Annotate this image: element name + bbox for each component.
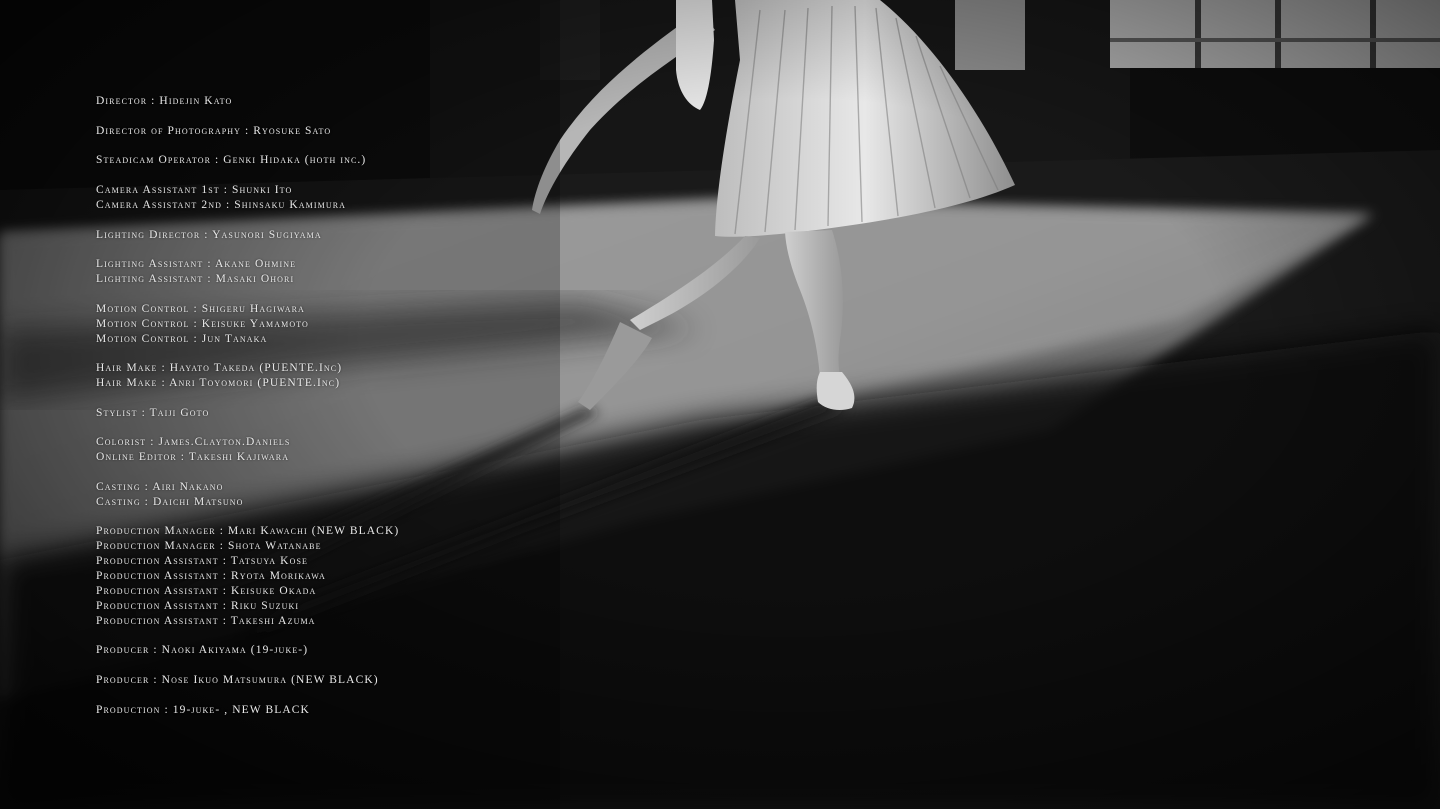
credit-group: Steadicam Operator : Genki Hidaka (hoth …: [96, 153, 656, 168]
credit-group: Colorist : James.Clayton.Daniels Online E…: [96, 435, 656, 465]
credit-group: Casting : Airi Nakano Casting : Daichi Ma…: [96, 480, 656, 510]
video-frame: Director : Hidejin Kato Director of Photo…: [0, 0, 1440, 809]
credit-group: Motion Control : Shigeru Hagiwara Motion …: [96, 302, 656, 347]
credit-group: Camera Assistant 1st : Shunki Ito Camera …: [96, 183, 656, 213]
end-credits: Director : Hidejin Kato Director of Photo…: [96, 94, 656, 732]
credit-line: Casting : Daichi Matsuno: [96, 495, 244, 508]
credit-line: Motion Control : Shigeru Hagiwara: [96, 302, 305, 315]
credit-group: Lighting Assistant : Akane Ohmine Lightin…: [96, 257, 656, 287]
credit-line: Production Manager : Shota Watanabe: [96, 540, 322, 553]
credit-line: Producer : Naoki Akiyama (19-juke-): [96, 644, 309, 657]
credit-line: Production Manager : Mari Kawachi (NEW B…: [96, 525, 400, 538]
credit-group: Stylist : Taiji Goto: [96, 406, 656, 421]
credit-group: Director : Hidejin Kato: [96, 94, 656, 109]
credit-line: Camera Assistant 1st : Shunki Ito: [96, 184, 293, 197]
credit-line: Director of Photography : Ryosuke Sato: [96, 124, 332, 137]
credit-line: Lighting Assistant : Akane Ohmine: [96, 258, 297, 271]
credit-line: Lighting Assistant : Masaki Ohori: [96, 273, 295, 286]
credit-group: Producer : Naoki Akiyama (19-juke-): [96, 643, 656, 658]
credit-group: Director of Photography : Ryosuke Sato: [96, 124, 656, 139]
credit-line: Production Assistant : Riku Suzuki: [96, 599, 300, 612]
credit-line: Casting : Airi Nakano: [96, 480, 224, 493]
credit-line: Lighting Director : Yasunori Sugiyama: [96, 228, 322, 241]
credit-line: Production Assistant : Ryota Morikawa: [96, 570, 326, 582]
credit-line: Colorist : James.Clayton.Daniels: [96, 436, 291, 449]
credit-line: Production Assistant : Keisuke Okada: [96, 584, 317, 597]
credit-line: Production : 19-juke- , NEW BLACK: [96, 703, 310, 716]
credit-line: Steadicam Operator : Genki Hidaka (hoth …: [96, 154, 367, 167]
credit-group: Production Manager : Mari Kawachi (NEW B…: [96, 524, 656, 628]
credit-group: Lighting Director : Yasunori Sugiyama: [96, 228, 656, 243]
credit-line: Motion Control : Keisuke Yamamoto: [96, 317, 309, 330]
credit-group: Producer : Nose Ikuo Matsumura (NEW BLAC…: [96, 673, 656, 688]
credit-line: Production Assistant : Tatsuya Kose: [96, 555, 308, 568]
credit-line: Camera Assistant 2nd : Shinsaku Kamimura: [96, 198, 347, 211]
credit-group: Production : 19-juke- , NEW BLACK: [96, 703, 656, 718]
credit-line: Motion Control : Jun Tanaka: [96, 332, 268, 345]
credit-group: Hair Make : Hayato Takeda (PUENTE.Inc) Ha…: [96, 361, 656, 391]
credit-line: Production Assistant : Takeshi Azuma: [96, 614, 316, 627]
credit-line: Hair Make : Hayato Takeda (PUENTE.Inc): [96, 362, 343, 375]
credit-line: Online Editor : Takeshi Kajiwara: [96, 451, 290, 464]
credit-line: Director : Hidejin Kato: [96, 95, 233, 107]
credit-line: Hair Make : Anri Toyomori (PUENTE.Inc): [96, 377, 341, 390]
credit-line: Producer : Nose Ikuo Matsumura (NEW BLAC…: [96, 673, 379, 686]
credit-line: Stylist : Taiji Goto: [96, 406, 210, 419]
